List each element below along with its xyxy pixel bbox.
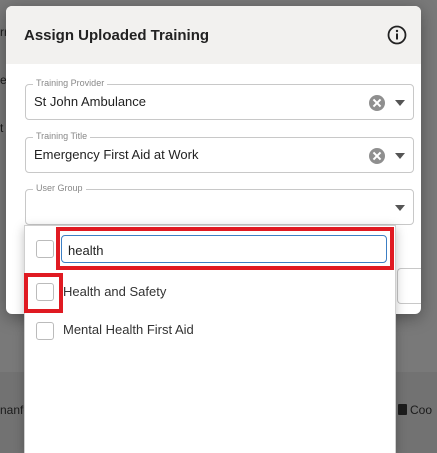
clear-icon[interactable] bbox=[369, 148, 385, 164]
training-provider-value: St John Ambulance bbox=[34, 94, 147, 109]
training-title-select[interactable]: Training Title Emergency First Aid at Wo… bbox=[25, 131, 414, 173]
chevron-down-icon[interactable] bbox=[395, 153, 405, 159]
option-checkbox-mental-health-first-aid[interactable] bbox=[36, 322, 54, 340]
training-title-label: Training Title bbox=[33, 131, 91, 141]
chevron-down-icon[interactable] bbox=[395, 100, 405, 106]
highlight-box-checkbox bbox=[24, 273, 63, 313]
modal-side-control[interactable] bbox=[397, 268, 421, 304]
training-provider-label: Training Provider bbox=[33, 78, 108, 88]
option-label[interactable]: Health and Safety bbox=[63, 284, 166, 299]
modal-header: Assign Uploaded Training bbox=[6, 6, 421, 64]
highlight-box-search bbox=[56, 227, 394, 270]
training-title-value: Emergency First Aid at Work bbox=[34, 147, 199, 162]
modal-title: Assign Uploaded Training bbox=[24, 26, 210, 44]
select-all-checkbox[interactable] bbox=[36, 240, 54, 258]
clear-icon[interactable] bbox=[369, 95, 385, 111]
chevron-down-icon[interactable] bbox=[395, 205, 405, 211]
option-label[interactable]: Mental Health First Aid bbox=[63, 322, 194, 337]
user-group-label: User Group bbox=[33, 183, 86, 193]
user-group-select[interactable]: User Group bbox=[25, 183, 414, 225]
info-icon[interactable] bbox=[387, 25, 407, 45]
training-provider-select[interactable]: Training Provider St John Ambulance bbox=[25, 78, 414, 120]
